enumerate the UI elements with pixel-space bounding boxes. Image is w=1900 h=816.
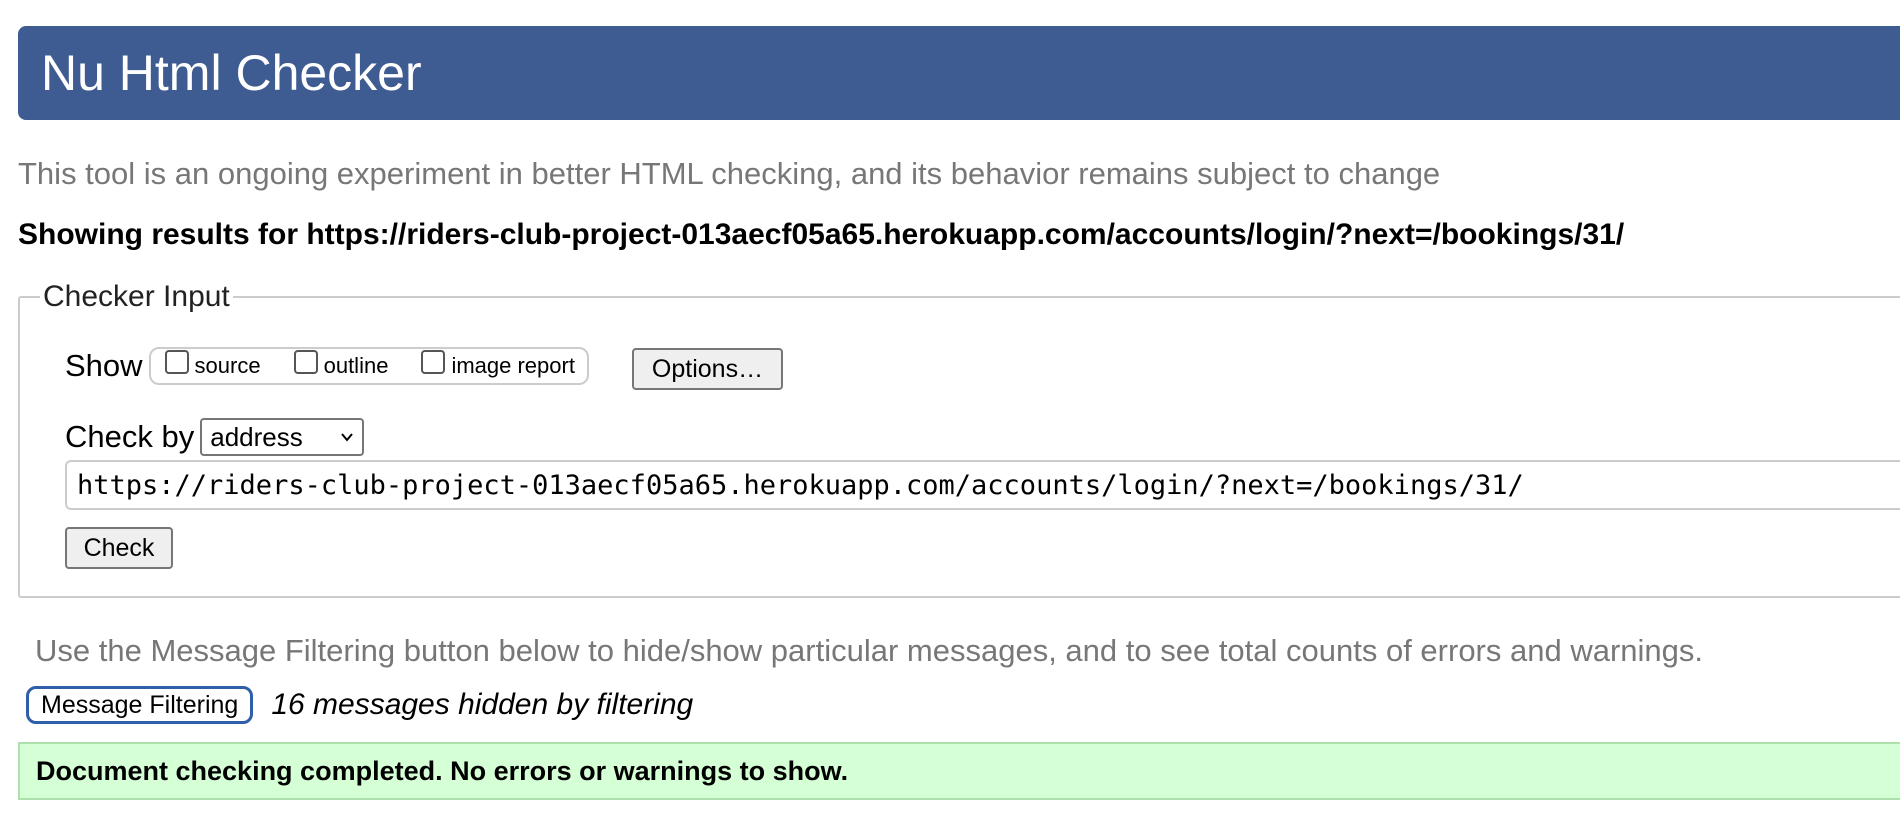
check-by-selected-value: address xyxy=(210,421,303,452)
source-label: source xyxy=(194,353,261,378)
show-label: Show xyxy=(65,348,143,383)
success-status-message: Document checking completed. No errors o… xyxy=(18,742,1900,800)
chevron-down-icon xyxy=(341,433,354,442)
outline-checkbox[interactable] xyxy=(293,350,318,374)
app-title: Nu Html Checker xyxy=(41,45,422,101)
options-button[interactable]: Options… xyxy=(632,348,783,390)
intro-text: This tool is an ongoing experiment in be… xyxy=(18,156,1441,191)
show-outline-option[interactable]: outline xyxy=(293,350,389,379)
check-by-select[interactable]: address xyxy=(200,418,365,456)
url-input[interactable]: https://riders-club-project-013aecf05a65… xyxy=(65,460,1900,510)
check-by-label: Check by xyxy=(65,419,195,454)
outline-label: outline xyxy=(323,353,389,378)
image-report-label: image report xyxy=(451,353,575,378)
source-checkbox[interactable] xyxy=(164,350,189,374)
show-options-row: Show source outline image report xyxy=(65,347,589,385)
show-source-option[interactable]: source xyxy=(164,350,261,379)
message-filtering-button[interactable]: Message Filtering xyxy=(26,686,254,724)
results-heading: Showing results for https://riders-club-… xyxy=(18,218,1625,251)
checker-input-legend: Checker Input xyxy=(43,280,230,313)
filtering-note: Use the Message Filtering button below t… xyxy=(35,633,1704,668)
header-banner: Nu Html Checker xyxy=(18,26,1900,120)
check-by-row: Check by address xyxy=(65,418,365,456)
hidden-messages-count: 16 messages hidden by filtering xyxy=(271,688,694,721)
show-options-group: source outline image report xyxy=(148,347,589,385)
show-image-report-option[interactable]: image report xyxy=(421,350,575,379)
image-report-checkbox[interactable] xyxy=(421,350,446,374)
check-button[interactable]: Check xyxy=(65,527,173,569)
filtering-row: Message Filtering 16 messages hidden by … xyxy=(26,686,693,724)
